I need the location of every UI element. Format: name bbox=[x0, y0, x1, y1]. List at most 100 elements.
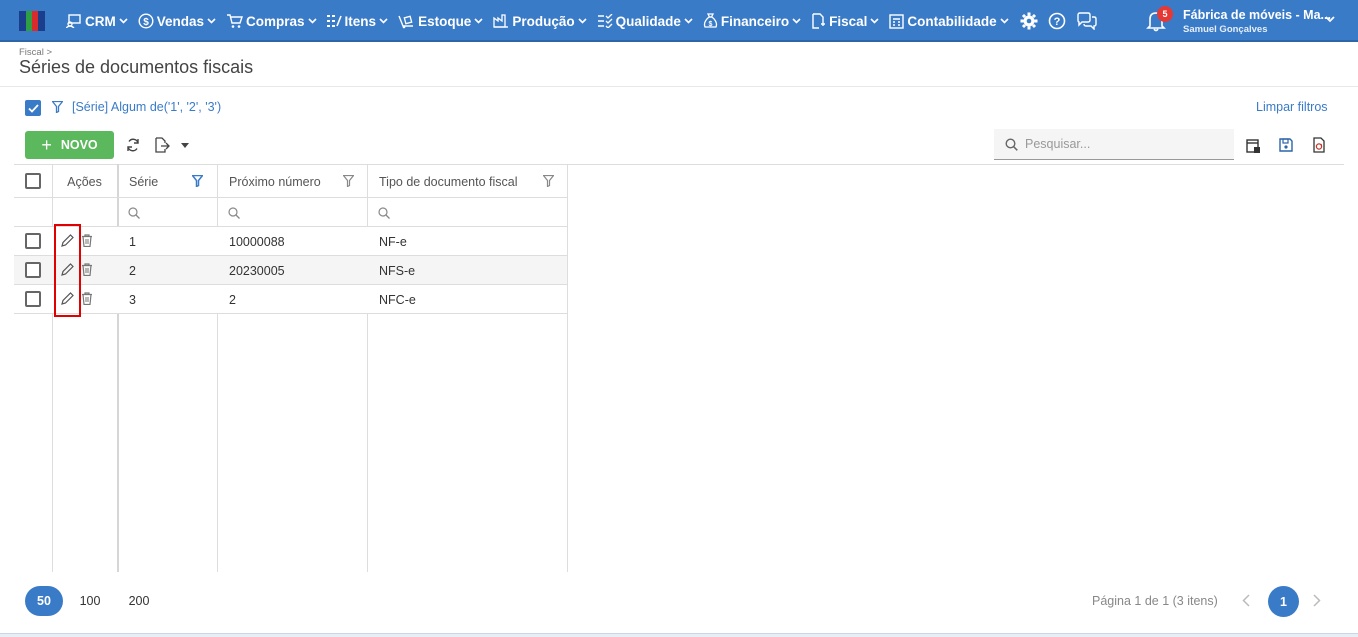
calculator-icon bbox=[889, 13, 905, 29]
column-header-serie-label: Série bbox=[129, 174, 159, 189]
stock-icon bbox=[398, 15, 414, 28]
filter-enabled-checkbox[interactable] bbox=[25, 100, 41, 116]
bottom-border bbox=[0, 633, 1358, 637]
page-size-100[interactable]: 100 bbox=[76, 586, 104, 616]
fiscal-icon bbox=[812, 13, 826, 29]
search-icon[interactable] bbox=[128, 207, 140, 219]
nav-itens-label: Itens bbox=[344, 13, 377, 29]
filter-icon[interactable] bbox=[543, 175, 554, 187]
chevron-down-icon bbox=[207, 18, 216, 24]
edit-actions-highlight bbox=[54, 224, 81, 317]
page-size-200[interactable]: 200 bbox=[125, 586, 153, 616]
refresh-icon[interactable] bbox=[126, 138, 140, 152]
plus-icon: + bbox=[41, 135, 52, 155]
nav-contabilidade[interactable]: Contabilidade bbox=[889, 0, 1009, 42]
chevron-down-icon bbox=[684, 18, 693, 24]
cell-doc-type: NF-e bbox=[379, 234, 407, 249]
factory-icon bbox=[493, 14, 509, 28]
main-nav: CRM $ Vendas Compras Itens Estoque Produ… bbox=[66, 0, 1107, 42]
company-name: Fábrica de móveis - Ma... bbox=[1183, 8, 1331, 22]
dollar-icon: $ bbox=[138, 13, 154, 29]
column-header-doc-type[interactable]: Tipo de documento fiscal bbox=[379, 165, 549, 198]
page-size-50[interactable]: 50 bbox=[25, 586, 63, 616]
column-chooser-icon[interactable] bbox=[1246, 139, 1261, 154]
column-header-next-number[interactable]: Próximo número bbox=[229, 165, 349, 198]
svg-text:?: ? bbox=[1053, 16, 1060, 28]
help-button[interactable]: ? bbox=[1047, 0, 1067, 42]
notification-badge: 5 bbox=[1157, 6, 1173, 22]
chevron-down-icon bbox=[474, 18, 483, 24]
reset-layout-icon[interactable] bbox=[1312, 137, 1326, 153]
table-row[interactable] bbox=[14, 256, 567, 285]
cell-doc-type: NFS-e bbox=[379, 263, 416, 278]
table-row[interactable] bbox=[14, 285, 567, 314]
nav-fiscal[interactable]: Fiscal bbox=[811, 0, 879, 42]
chat-button[interactable] bbox=[1075, 0, 1099, 42]
company-selector[interactable]: Fábrica de móveis - Ma... Samuel Gonçalv… bbox=[1183, 8, 1331, 35]
search-icon[interactable] bbox=[228, 207, 240, 219]
chevron-down-icon[interactable] bbox=[1325, 16, 1335, 23]
trash-icon[interactable] bbox=[81, 234, 93, 247]
nav-estoque[interactable]: Estoque bbox=[398, 0, 483, 42]
app-logo[interactable] bbox=[19, 11, 45, 31]
nav-crm-label: CRM bbox=[85, 13, 116, 29]
moneybag-icon: $ bbox=[703, 13, 718, 28]
chevron-right-icon[interactable] bbox=[1313, 594, 1321, 607]
caret-down-icon[interactable] bbox=[181, 143, 189, 148]
chevron-down-icon bbox=[578, 18, 587, 24]
page-title: Séries de documentos fiscais bbox=[19, 57, 254, 77]
column-header-actions: Ações bbox=[67, 174, 102, 189]
filter-icon[interactable] bbox=[192, 175, 203, 187]
cell-serie: 1 bbox=[129, 234, 136, 249]
nav-fiscal-label: Fiscal bbox=[829, 13, 868, 29]
search-box bbox=[994, 129, 1234, 160]
items-icon bbox=[326, 15, 342, 27]
new-button[interactable]: + NOVO bbox=[25, 131, 114, 159]
check-icon bbox=[27, 103, 39, 113]
settings-gear-button[interactable] bbox=[1019, 0, 1039, 42]
chevron-down-icon bbox=[119, 18, 128, 24]
nav-compras[interactable]: Compras bbox=[226, 0, 317, 42]
nav-vendas-label: Vendas bbox=[156, 13, 205, 29]
row-checkbox[interactable] bbox=[25, 233, 41, 249]
search-icon bbox=[1005, 137, 1018, 151]
search-icon[interactable] bbox=[378, 207, 390, 219]
chat-icon bbox=[1076, 12, 1097, 30]
chevron-down-icon bbox=[870, 18, 879, 24]
clear-filters-link[interactable]: Limpar filtros bbox=[1256, 100, 1328, 114]
row-checkbox[interactable] bbox=[25, 262, 41, 278]
save-layout-icon[interactable] bbox=[1279, 138, 1293, 152]
chevron-down-icon bbox=[379, 18, 388, 24]
search-input[interactable] bbox=[1025, 137, 1215, 151]
chevron-left-icon[interactable] bbox=[1242, 594, 1250, 607]
nav-qualidade-label: Qualidade bbox=[615, 13, 681, 29]
nav-financeiro[interactable]: $ Financeiro bbox=[703, 0, 801, 42]
cell-serie: 3 bbox=[129, 292, 136, 307]
nav-crm[interactable]: CRM bbox=[66, 0, 128, 42]
nav-itens[interactable]: Itens bbox=[326, 0, 389, 42]
nav-producao[interactable]: Produção bbox=[493, 0, 587, 42]
row-checkbox[interactable] bbox=[25, 291, 41, 307]
page-button-current[interactable]: 1 bbox=[1268, 586, 1299, 617]
nav-qualidade[interactable]: Qualidade bbox=[597, 0, 693, 42]
user-name: Samuel Gonçalves bbox=[1183, 24, 1268, 35]
active-filter-expression[interactable]: [Série] Algum de('1', '2', '3') bbox=[72, 100, 221, 114]
chevron-down-icon bbox=[307, 18, 317, 24]
trash-icon[interactable] bbox=[81, 263, 93, 276]
nav-vendas[interactable]: $ Vendas bbox=[138, 0, 216, 42]
select-all-checkbox[interactable] bbox=[25, 173, 41, 189]
export-icon[interactable] bbox=[154, 137, 170, 153]
crm-icon bbox=[66, 14, 81, 28]
data-grid: Ações Série Próximo número Tipo de docum… bbox=[14, 164, 1344, 572]
cell-next-number: 2 bbox=[229, 292, 236, 307]
column-header-next-number-label: Próximo número bbox=[229, 174, 321, 189]
filter-icon[interactable] bbox=[343, 175, 354, 187]
cart-icon bbox=[227, 14, 244, 28]
cell-doc-type: NFC-e bbox=[379, 292, 416, 307]
header-divider bbox=[0, 86, 1358, 87]
trash-icon[interactable] bbox=[81, 292, 93, 305]
cell-next-number: 10000088 bbox=[229, 234, 285, 249]
table-row[interactable] bbox=[14, 227, 567, 256]
nav-producao-label: Produção bbox=[512, 13, 575, 29]
nav-compras-label: Compras bbox=[246, 13, 305, 29]
